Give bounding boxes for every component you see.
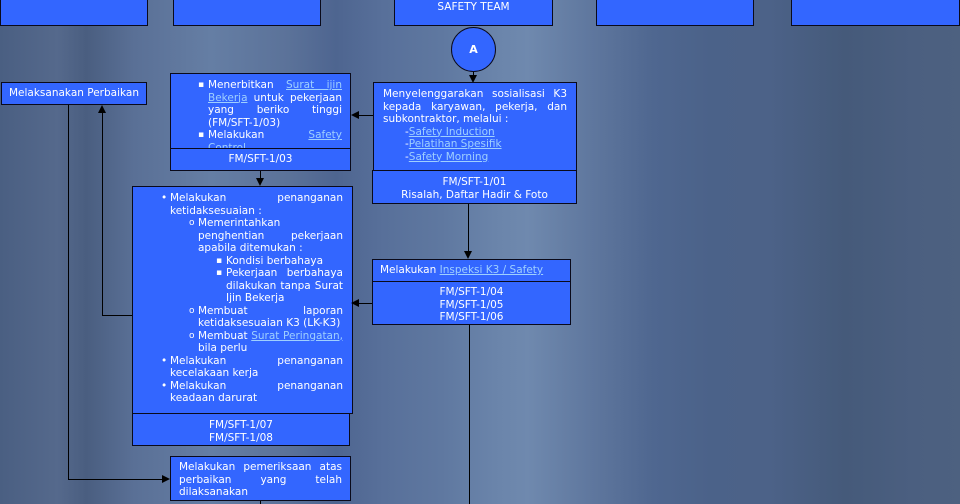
ketidaksesuaian-box: Melakukan penanganan ketidaksesuaian : M… [132, 186, 353, 414]
sik-box: Menerbitkan Surat ijin Bekerja untuk pek… [170, 73, 351, 154]
inspeksi-form-box: FM/SFT-1/04 FM/SFT-1/05 FM/SFT-1/06 [372, 281, 571, 325]
sosialisasi-box: Menyelenggarakan sosialisasi K3 kepada k… [373, 82, 577, 171]
safety-morning-link[interactable]: Safety Morning [409, 151, 488, 163]
line-sosialisasi-to-inspeksi [468, 204, 469, 252]
sik-form-box: FM/SFT-1/03 [170, 148, 351, 171]
top-box-1 [0, 0, 148, 26]
arrow-left-icon [351, 299, 359, 307]
line-perbaikan-to-pemeriksaan-v [68, 105, 69, 480]
kecelakaan-kerja-item: Melakukan penanganan kecelakaan kerja [161, 355, 343, 380]
sosialisasi-form-box: FM/SFT-1/01 Risalah, Daftar Hadir & Foto [372, 170, 577, 204]
connector-a: A [451, 27, 496, 72]
pemeriksaan-box: Melakukan pemeriksaan atas perbaikan yan… [170, 456, 351, 501]
arrow-left-icon [351, 111, 359, 119]
kondisi-berbahaya-item: Kondisi berbahaya [216, 255, 343, 268]
laporan-lk-k3-item: Membuat laporan ketidaksesuaian K3 (LK-K… [189, 305, 343, 330]
inspeksi-form-05: FM/SFT-1/05 [439, 298, 504, 311]
line-inspeksi-to-ketidaksesuaian [358, 303, 372, 304]
line-ketidaksesuaian-to-perbaikan-v [102, 113, 103, 316]
penghentian-item: Memerintahkan penghentian pekerjaan apab… [189, 217, 343, 305]
inspeksi-form-06: FM/SFT-1/06 [439, 311, 504, 323]
sosialisasi-text: Menyelenggarakan sosialisasi K3 kepada k… [383, 88, 567, 125]
form-08: FM/SFT-1/08 [209, 431, 273, 444]
arrow-up-icon [98, 105, 106, 113]
ketidaksesuaian-form-box: FM/SFT-1/07 FM/SFT-1/08 [132, 413, 350, 446]
sik-form-label: FM/SFT-1/03 [228, 153, 293, 165]
line-inspeksi-down [469, 325, 470, 504]
pemeriksaan-label: Melakukan pemeriksaan atas perbaikan yan… [179, 461, 342, 498]
pelatihan-spesifik-link[interactable]: Pelatihan Spesifik [409, 138, 502, 150]
safety-induction-link[interactable]: Safety Induction [409, 126, 495, 138]
perbaikan-label: Melaksanakan Perbaikan [8, 87, 139, 99]
perbaikan-box: Melaksanakan Perbaikan [1, 82, 147, 105]
sik-item: Menerbitkan Surat ijin Bekerja untuk pek… [198, 79, 342, 129]
pekerjaan-berbahaya-item: Pekerjaan berbahaya dilakukan tanpa Sura… [216, 267, 343, 305]
top-box-5 [791, 0, 960, 26]
inspeksi-form-04: FM/SFT-1/04 [439, 286, 504, 298]
top-box-2 [173, 0, 321, 26]
surat-peringatan-link[interactable]: Surat Peringatan, [251, 330, 343, 342]
inspeksi-box: Melakukan Inspeksi K3 / Safety Patrol [372, 259, 571, 296]
ketidaksesuaian-item: Melakukan penanganan ketidaksesuaian : M… [161, 192, 343, 355]
sosialisasi-form-docs: Risalah, Daftar Hadir & Foto [401, 188, 548, 201]
top-box-4 [596, 0, 754, 26]
arrow-down-icon [256, 178, 264, 186]
line-perbaikan-to-pemeriksaan-h [68, 479, 163, 480]
line-sosialisasi-to-sik [358, 115, 373, 116]
arrow-right-icon [162, 475, 170, 483]
sosialisasi-form-code: FM/SFT-1/01 [442, 176, 507, 188]
form-07: FM/SFT-1/07 [209, 419, 273, 431]
safety-team-header: SAFETY TEAM [394, 0, 553, 26]
safety-team-label: SAFETY TEAM [437, 1, 510, 13]
keadaan-darurat-item: Melakukan penanganan keadaan darurat [161, 380, 343, 405]
surat-peringatan-item: Membuat Surat Peringatan, bila perlu [189, 330, 343, 355]
line-ketidaksesuaian-to-perbaikan-h [102, 315, 132, 316]
arrow-down-icon [464, 251, 472, 259]
